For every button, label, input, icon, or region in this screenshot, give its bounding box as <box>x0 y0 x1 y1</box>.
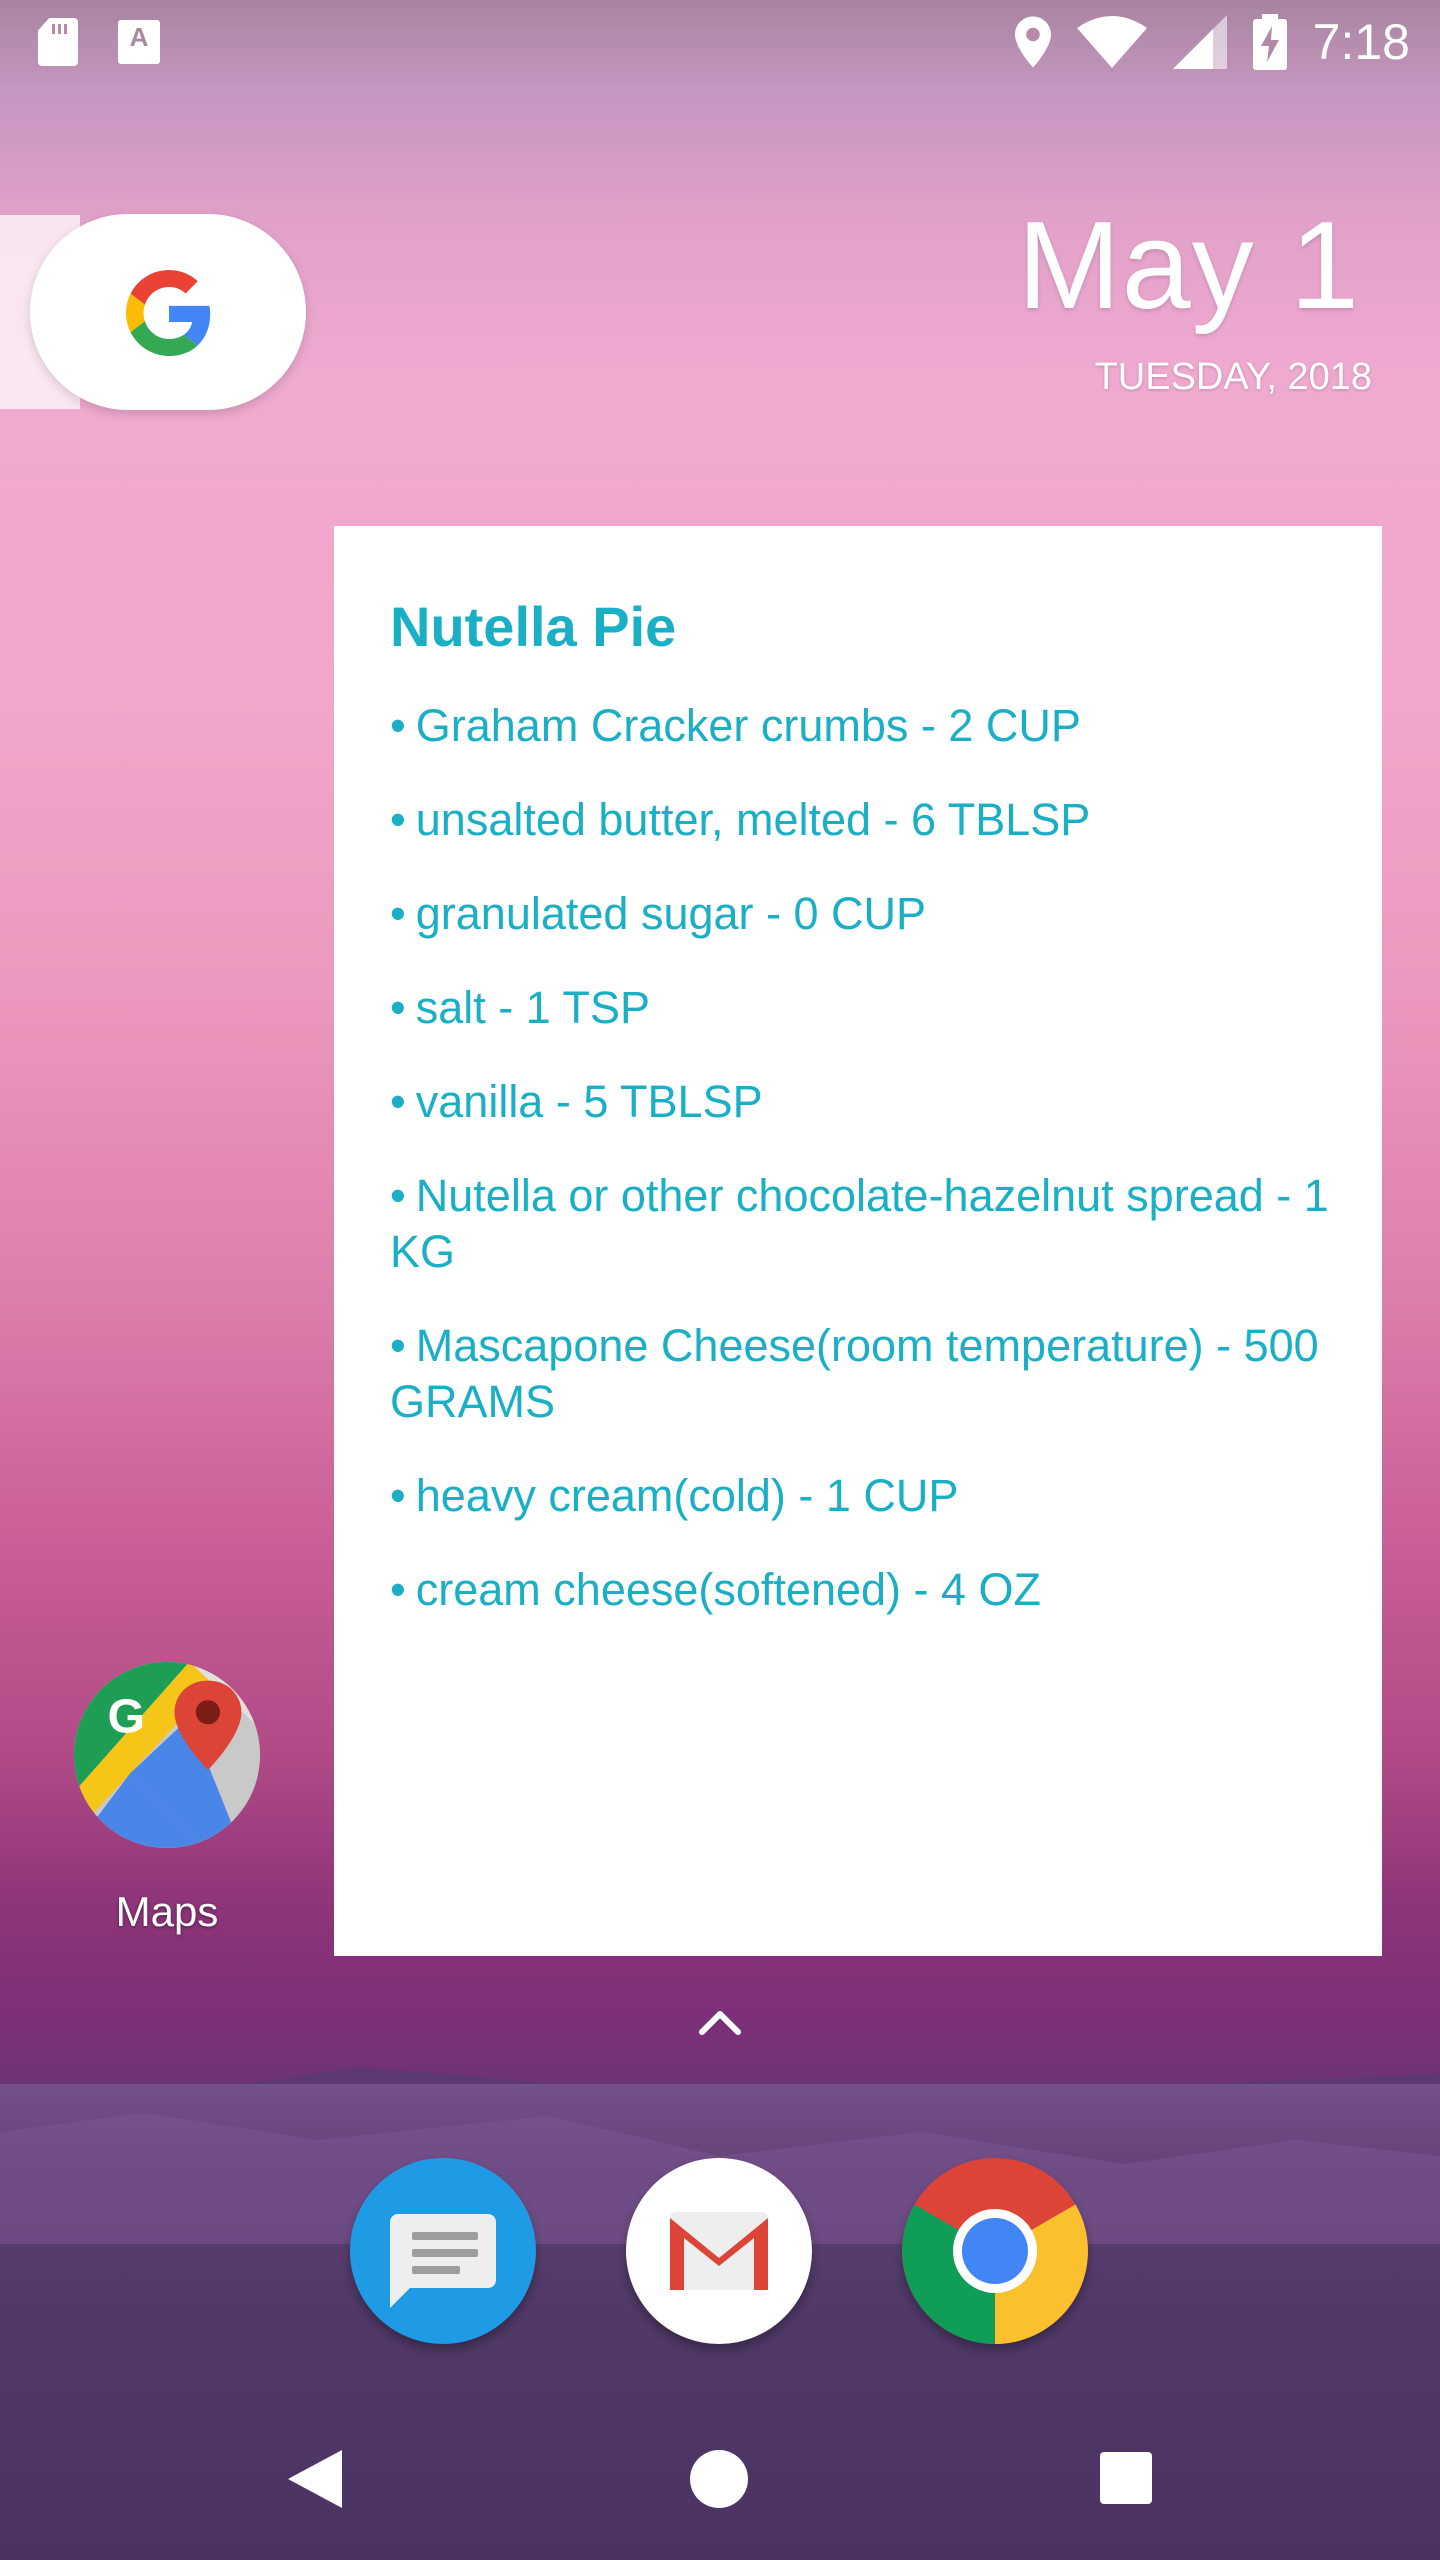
signal-icon <box>1172 15 1227 69</box>
date-text[interactable]: May 1 <box>1017 195 1360 337</box>
system-icons: 7:18 <box>1014 12 1410 72</box>
back-icon[interactable] <box>286 2448 344 2510</box>
bullet: • <box>390 1470 406 1521</box>
autofill-glyph: A <box>129 22 149 52</box>
chrome-app-button[interactable] <box>902 2158 1088 2344</box>
google-search-button[interactable] <box>30 214 306 410</box>
bullet: • <box>390 700 406 751</box>
bullet: • <box>390 1320 406 1371</box>
list-item: • cream cheese(softened) - 4 OZ <box>390 1562 1350 1618</box>
svg-text:G: G <box>107 1690 145 1744</box>
ingredient-text: granulated sugar - 0 CUP <box>415 888 927 939</box>
google-maps-icon[interactable]: G <box>74 1662 260 1848</box>
ingredient-list: • Graham Cracker crumbs - 2 CUP • unsalted… <box>390 698 1350 1656</box>
ingredient-text: vanilla - 5 TBLSP <box>415 1076 763 1127</box>
recents-icon[interactable] <box>1100 2452 1152 2504</box>
bullet: • <box>390 1170 406 1221</box>
status-bar: A 7:18 <box>0 0 1440 84</box>
bullet: • <box>390 888 406 939</box>
sd-card-icon <box>38 18 78 66</box>
chevron-up-icon[interactable] <box>698 2006 742 2036</box>
ingredient-text: cream cheese(softened) - 4 OZ <box>415 1564 1042 1615</box>
ingredient-text: Graham Cracker crumbs - 2 CUP <box>415 700 1081 751</box>
list-item: • salt - 1 TSP <box>390 980 1350 1036</box>
ingredient-text: heavy cream(cold) - 1 CUP <box>415 1470 959 1521</box>
home-icon[interactable] <box>690 2450 748 2508</box>
messages-app-button[interactable] <box>350 2158 536 2344</box>
bullet: • <box>390 1076 406 1127</box>
maps-label[interactable]: Maps <box>74 1888 260 1936</box>
recipe-widget[interactable]: Nutella Pie • Graham Cracker crumbs - 2 C… <box>334 526 1382 1956</box>
list-item: • heavy cream(cold) - 1 CUP <box>390 1468 1350 1524</box>
list-item: • vanilla - 5 TBLSP <box>390 1074 1350 1130</box>
chrome-icon <box>902 2158 1088 2344</box>
autofill-a-icon: A <box>118 20 160 64</box>
ingredient-text: salt - 1 TSP <box>415 982 651 1033</box>
google-g-icon <box>126 270 211 356</box>
weekday-year-text: TUESDAY, 2018 <box>1094 356 1372 398</box>
list-item: • Nutella or other chocolate-hazelnut spr… <box>390 1168 1350 1280</box>
list-item: • unsalted butter, melted - 6 TBLSP <box>390 792 1350 848</box>
clock: 7:18 <box>1312 14 1410 70</box>
bullet: • <box>390 794 406 845</box>
list-item: • Graham Cracker crumbs - 2 CUP <box>390 698 1350 754</box>
battery-charging-icon <box>1252 14 1287 70</box>
gmail-icon <box>670 2212 768 2290</box>
navigation-bar <box>0 2396 1440 2560</box>
messages-icon <box>390 2214 496 2308</box>
list-item: • granulated sugar - 0 CUP <box>390 886 1350 942</box>
notification-icons: A <box>38 18 160 66</box>
ingredient-text: unsalted butter, melted - 6 TBLSP <box>415 794 1091 845</box>
recipe-title: Nutella Pie <box>390 595 677 658</box>
list-item: • Mascapone Cheese(room temperature) - 50… <box>390 1318 1350 1430</box>
ingredient-text: Nutella or other chocolate-hazelnut spre… <box>390 1170 1329 1277</box>
gmail-app-button[interactable] <box>626 2158 812 2344</box>
ingredient-text: Mascapone Cheese(room temperature) - 500… <box>390 1320 1319 1427</box>
wifi-icon <box>1076 16 1147 68</box>
location-icon <box>1014 16 1051 68</box>
bullet: • <box>390 982 406 1033</box>
bullet: • <box>390 1564 406 1615</box>
